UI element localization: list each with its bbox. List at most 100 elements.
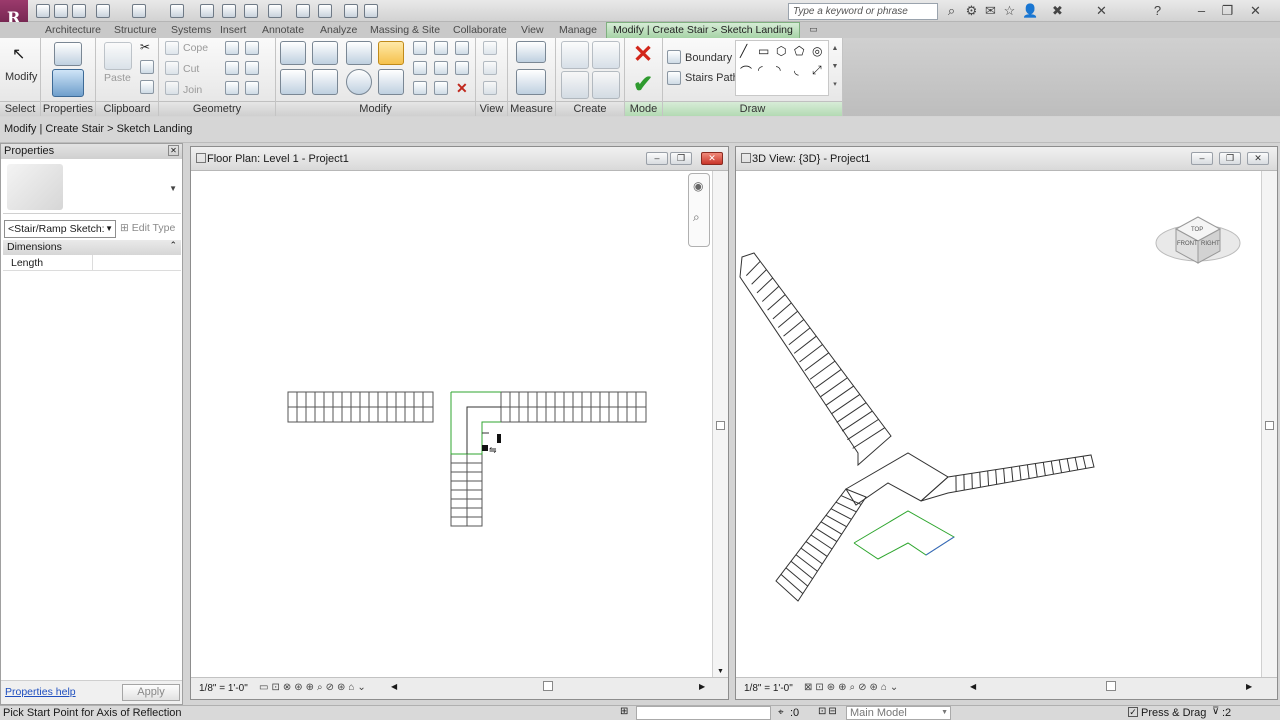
apply-button[interactable]: Apply [122, 684, 180, 701]
floor-plan-canvas[interactable]: ⇋ [191, 171, 711, 677]
worksets-icon[interactable]: ⊞ [620, 706, 628, 717]
aligned-dimension-icon[interactable] [516, 69, 546, 95]
minimize-ribbon-icon[interactable]: ▭ [806, 22, 821, 37]
override-graphics-icon[interactable] [483, 61, 497, 75]
tab-manage[interactable]: Manage [553, 23, 603, 37]
cut-geometry-icon[interactable] [165, 61, 179, 75]
align-icon[interactable] [280, 41, 306, 65]
circle-icon[interactable]: ◎ [812, 44, 822, 58]
tab-insert[interactable]: Insert [214, 23, 252, 37]
move-icon[interactable] [280, 69, 306, 95]
cancel-edit-mode-icon[interactable]: ✕ [633, 40, 653, 69]
3d-minimize-button[interactable]: – [1191, 152, 1213, 165]
wall-joins-icon[interactable] [245, 41, 259, 55]
demolish-icon[interactable] [225, 81, 239, 95]
scale-icon[interactable] [434, 61, 448, 75]
3d-scroll-thumb[interactable] [1265, 421, 1274, 430]
sync-icon[interactable] [72, 4, 86, 18]
scroll-down-icon[interactable]: ▼ [717, 668, 724, 675]
boundary-icon[interactable] [667, 50, 681, 64]
3d-view[interactable]: 3D View: {3D} - Project1 – ❐ ✕ TOP FRONT… [735, 146, 1278, 700]
element-properties-icon[interactable] [52, 69, 84, 97]
tab-view[interactable]: View [515, 23, 550, 37]
press-drag-checkbox[interactable]: ✓ [1128, 707, 1138, 717]
cope-button[interactable]: Cope [183, 42, 208, 54]
3d-view-icon[interactable] [268, 4, 282, 18]
boundary-button[interactable]: Boundary [685, 52, 732, 64]
unpin-icon[interactable] [455, 41, 469, 55]
thin-lines-icon[interactable] [318, 4, 332, 18]
split-face-icon[interactable] [225, 41, 239, 55]
gallery-scroll-icon[interactable]: ▲ ▼ ▾ [830, 40, 840, 96]
close-palette-icon[interactable]: ✕ [168, 145, 179, 156]
subscription-icon[interactable]: ⚙ [964, 3, 979, 18]
3d-view-controls-icons[interactable]: ⊠⊡⊛⊕⌕⊘⊛⌂⌄ [804, 682, 901, 693]
rotate-icon[interactable] [346, 69, 372, 95]
modify-button[interactable]: Modify [5, 71, 37, 83]
type-preview[interactable]: ▼ [3, 162, 181, 214]
split-gap-icon[interactable] [434, 41, 448, 55]
trim-extend-multiple-icon[interactable] [434, 81, 448, 95]
favorites-icon[interactable]: ☆ [1002, 3, 1017, 18]
chevron-down-icon[interactable]: ▼ [169, 184, 177, 193]
3d-vertical-scrollbar[interactable] [1261, 171, 1277, 677]
create-parts-icon[interactable] [592, 41, 620, 69]
tab-collaborate[interactable]: Collaborate [447, 23, 513, 37]
tab-analyze[interactable]: Analyze [314, 23, 363, 37]
text-icon[interactable] [244, 4, 258, 18]
stair-3d-upper-run[interactable] [739, 252, 892, 467]
tangent-arc-icon[interactable]: ◝ [776, 63, 781, 77]
user-icon[interactable]: 👤 [1022, 3, 1038, 18]
exchange-icon[interactable]: ✖ [1050, 3, 1065, 18]
remove-paint-icon[interactable] [245, 61, 259, 75]
switch-windows-icon[interactable] [364, 4, 378, 18]
paste-button[interactable]: Paste [104, 72, 131, 84]
hide-in-view-icon[interactable] [483, 41, 497, 55]
mirror-draw-axis-icon[interactable] [378, 41, 404, 65]
binoculars-icon[interactable]: ⌕ [944, 3, 959, 18]
create-assembly-icon[interactable] [561, 41, 589, 69]
floor-plan-restore-button[interactable]: ❐ [670, 152, 692, 165]
dimensions-section[interactable]: Dimensions ⌃ [3, 240, 181, 255]
editable-only-icon[interactable]: ⌖ [778, 707, 784, 718]
line-icon[interactable]: ╱ [740, 44, 747, 58]
tab-systems[interactable]: Systems [165, 23, 217, 37]
close-windows-icon[interactable] [344, 4, 358, 18]
stair-run-right[interactable] [500, 391, 647, 423]
select-panel-label[interactable]: Select [0, 101, 40, 116]
scroll-right-icon[interactable]: ▶ [699, 682, 705, 691]
horizontal-scroll-thumb[interactable] [543, 681, 553, 691]
measure-icon[interactable] [170, 4, 184, 18]
x-apps-icon[interactable]: ✕ [1094, 3, 1109, 18]
cut-geometry-button[interactable]: Cut [183, 63, 199, 75]
view-controls-icons[interactable]: ▭⊡⊗⊛⊕⌕⊘⊛⌂⌄ [259, 682, 369, 693]
paint-icon[interactable] [225, 61, 239, 75]
match-properties-icon[interactable] [140, 80, 154, 94]
pick-lines-icon[interactable]: ⤢ [812, 63, 822, 78]
copy-icon[interactable] [140, 60, 154, 74]
floor-plan-view[interactable]: Floor Plan: Level 1 - Project1 – ❐ ✕ ◉ ⌕ [190, 146, 729, 700]
unjoin-icon[interactable] [245, 81, 259, 95]
viewcube-icon[interactable]: TOP FRONT RIGHT [1155, 216, 1241, 264]
property-row[interactable]: Length [3, 255, 181, 271]
tab-structure[interactable]: Structure [108, 23, 163, 37]
start-end-arc-icon[interactable]: ⌒ [740, 63, 752, 80]
restore-icon[interactable]: ❐ [1220, 3, 1235, 18]
offset-icon[interactable] [312, 41, 338, 65]
3d-view-scale[interactable]: 1/8" = 1'-0" [744, 683, 793, 694]
create-group-icon[interactable] [561, 71, 589, 99]
stair-run-down[interactable] [450, 453, 483, 527]
tab-annotate[interactable]: Annotate [256, 23, 310, 37]
fillet-arc-icon[interactable]: ◟ [794, 63, 799, 77]
stairs-path-icon[interactable] [667, 71, 681, 85]
3d-restore-button[interactable]: ❐ [1219, 152, 1241, 165]
search-input[interactable]: Type a keyword or phrase [788, 3, 938, 20]
type-properties-icon[interactable] [54, 42, 82, 66]
type-selector-dropdown[interactable]: <Stair/Ramp Sketch: ▼ [4, 220, 116, 238]
trim-extend-corner-icon[interactable] [378, 69, 404, 95]
dimension-icon[interactable] [200, 4, 214, 18]
redo-icon[interactable] [132, 4, 146, 18]
3d-scroll-right-icon[interactable]: ▶ [1246, 682, 1252, 691]
cope-icon[interactable] [165, 41, 179, 55]
workset-dropdown[interactable] [636, 706, 771, 720]
